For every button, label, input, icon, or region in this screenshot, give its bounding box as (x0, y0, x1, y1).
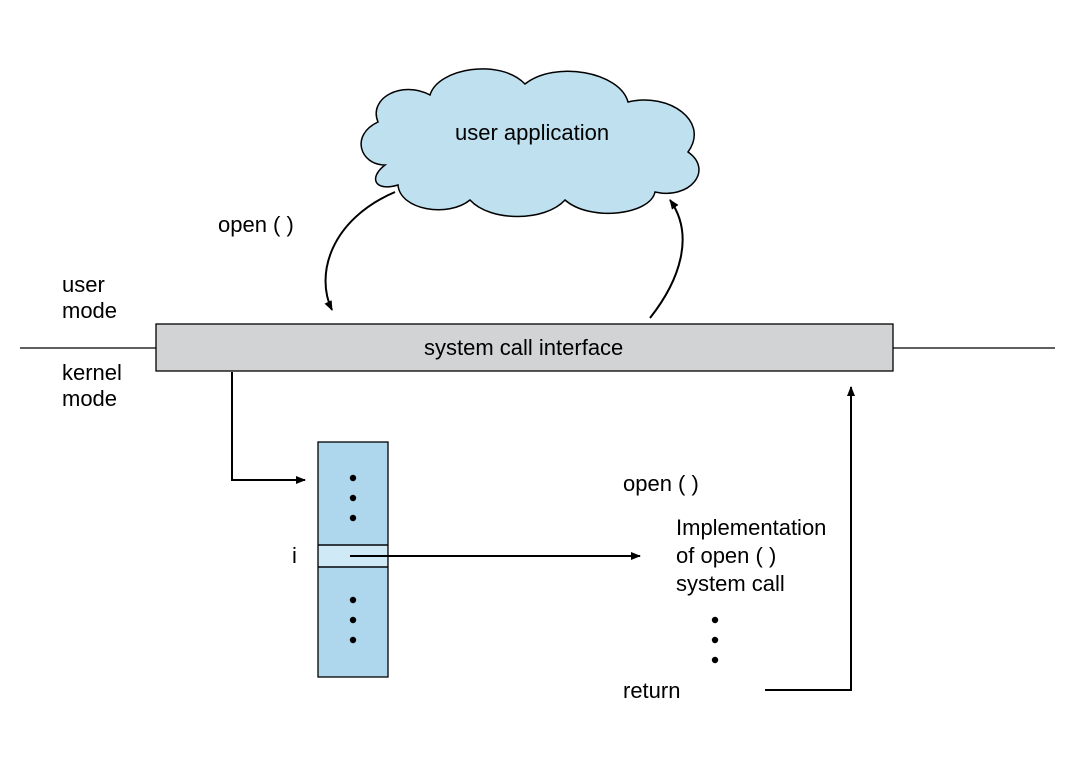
open-call-label: open ( ) (218, 212, 294, 238)
impl-dot (712, 637, 718, 643)
user-mode-label-line1: user (62, 272, 105, 298)
user-mode-label-line2: mode (62, 298, 117, 324)
impl-line3-label: system call (676, 571, 785, 597)
impl-line2-label: of open ( ) (676, 543, 776, 569)
impl-dot (712, 657, 718, 663)
impl-line1-label: Implementation (676, 515, 826, 541)
kernel-mode-label-line1: kernel (62, 360, 122, 386)
return-label: return (623, 678, 680, 704)
system-call-interface-label: system call interface (424, 335, 623, 361)
open-impl-title-label: open ( ) (623, 471, 699, 497)
arrow-return-up (650, 200, 683, 318)
user-application-label: user application (455, 120, 609, 146)
index-i-label: i (292, 543, 297, 569)
arrow-to-table (232, 372, 305, 480)
impl-dot (712, 617, 718, 623)
kernel-mode-label-line2: mode (62, 386, 117, 412)
diagram-svg (0, 0, 1066, 779)
diagram-canvas: user application open ( ) user mode kern… (0, 0, 1066, 779)
arrow-open-down (326, 192, 395, 310)
syscall-table (318, 442, 388, 677)
